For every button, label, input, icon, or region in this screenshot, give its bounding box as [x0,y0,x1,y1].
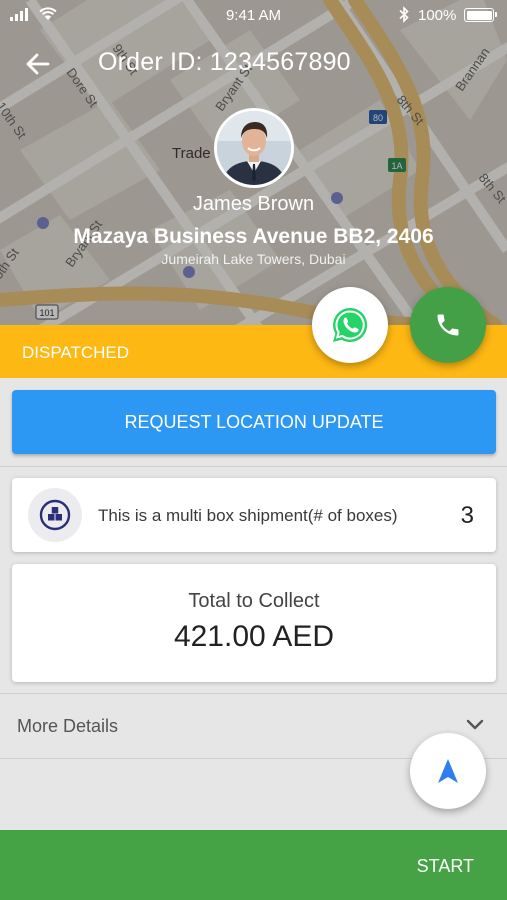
customer-name: James Brown [192,193,315,215]
navigate-button[interactable] [410,733,486,809]
boxes-icon [28,488,82,542]
address-line-2: Jumeirah Lake Towers, Dubai [161,251,346,267]
address-line-1: Mazaya Business Avenue BB2, 2406 [73,225,434,248]
whatsapp-button[interactable] [312,287,388,363]
battery-icon [464,8,497,22]
multi-box-text: This is a multi box shipment(# of boxes) [98,506,398,525]
whatsapp-icon [333,307,368,342]
call-button[interactable] [410,287,486,363]
request-location-update-button[interactable]: REQUEST LOCATION UPDATE [12,390,496,454]
more-details-label: More Details [17,716,119,736]
bluetooth-icon [399,6,409,23]
order-id-title: Order ID: 1234567890 [98,48,351,76]
chevron-down-icon[interactable] [465,718,485,732]
box-count: 3 [460,502,474,529]
back-arrow-icon[interactable] [24,50,52,78]
total-to-collect-card: Total to Collect 421.00 AED [12,564,496,682]
device-status-bar: 9:41 AM 100% [0,0,507,30]
total-amount: 421.00 AED [173,620,335,653]
status-badge: DISPATCHED [22,343,130,362]
customer-photo [217,111,291,185]
navigation-arrow-icon [438,759,458,783]
start-button[interactable]: START [417,856,474,877]
total-label: Total to Collect [188,590,320,612]
battery-percentage: 100% [418,7,457,24]
start-bar[interactable]: START [0,830,507,900]
divider [0,466,507,467]
multi-box-card: This is a multi box shipment(# of boxes)… [12,478,496,552]
customer-avatar [214,108,294,188]
phone-icon [437,314,459,336]
